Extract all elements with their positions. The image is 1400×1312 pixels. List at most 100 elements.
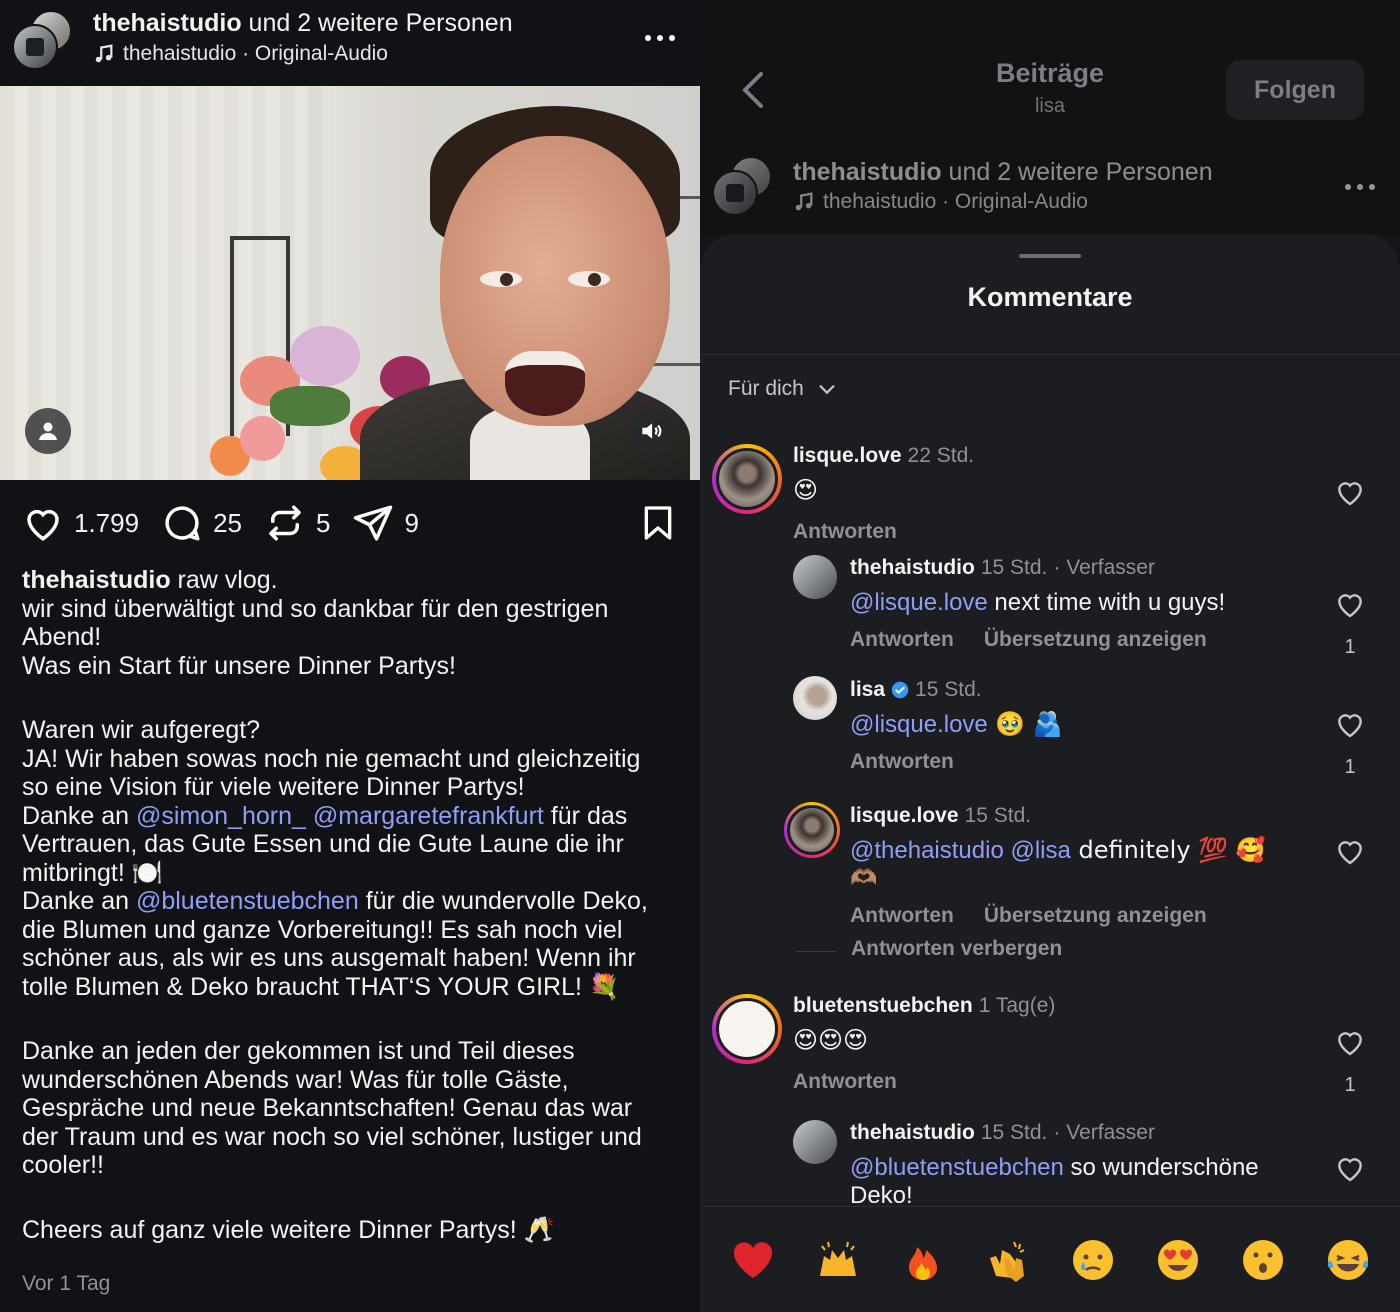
comment-username[interactable]: thehaistudio [850,1121,975,1145]
caption-text: wunderschönen Abends war! Was für tolle … [22,1065,569,1094]
surprised-face-icon [1242,1239,1283,1280]
mention-link[interactable]: @thehaistudio [850,837,1004,864]
coauthor-avatars[interactable] [712,156,772,216]
avatar [712,170,758,216]
heart-eyes-icon [1157,1239,1198,1280]
mention-link[interactable]: @lisa [1010,837,1070,864]
caption-text: Abend! [22,623,102,651]
coauthors-text[interactable]: und 2 weitere Personen [242,9,513,37]
mention-link[interactable]: @lisque.love [850,711,988,738]
caption-text: Was ein Start für unsere Dinner Partys! [22,651,456,680]
chevron-down-icon [819,385,835,395]
comment-username[interactable]: bluetenstuebchen [793,994,973,1018]
caption-text: mitbringt! 🍽️ [22,858,163,887]
comment-text: @lisque.love 🥹 🫂 [850,710,1063,739]
mention-link[interactable]: @lisque.love [850,589,988,616]
caption-author[interactable]: thehaistudio [22,566,171,594]
translate-button[interactable]: Übersetzung anzeigen [984,904,1207,928]
post-video[interactable] [0,86,700,480]
comment-header: thehaistudio 15 Std. · Verfasser [850,556,1155,580]
sheet-grabber[interactable] [1019,254,1081,258]
reply-button[interactable]: Antworten [850,628,954,652]
avatar[interactable] [712,994,782,1064]
emoji-surprised-face[interactable] [1232,1229,1294,1291]
caption-text: für die wundervolle Deko, [358,887,648,915]
divider [700,354,1400,355]
reply-button[interactable]: Antworten [793,520,897,544]
comment-actions: Antworten Übersetzung anzeigen [850,628,1207,652]
caption-text: JA! Wir haben sowas noch nie gemacht und… [22,744,641,773]
emoji-heart[interactable] [722,1229,784,1291]
coauthors-text[interactable]: und 2 weitere Personen [942,158,1213,186]
emoji-raising-hands[interactable] [807,1229,869,1291]
emoji-clapping-hands[interactable] [977,1229,1039,1291]
audio-label[interactable]: thehaistudio · Original-Audio [823,190,1088,214]
comment-username[interactable]: lisque.love [850,804,959,828]
more-icon[interactable] [1340,173,1380,201]
heart-icon[interactable] [1334,835,1366,867]
avatar[interactable] [793,555,837,599]
follow-button[interactable]: Folgen [1226,60,1364,120]
bookmark-icon[interactable] [638,502,678,544]
post-timestamp: Vor 1 Tag [22,1272,111,1295]
comment-header: thehaistudio 15 Std. · Verfasser [850,1121,1155,1145]
comment-text: @bluetenstuebchen so wunderschöne [850,1153,1259,1182]
caption-text: Waren wir aufgeregt? [22,716,261,744]
author-name[interactable]: thehaistudio [93,9,242,37]
emoji-tears-of-joy[interactable] [1317,1229,1379,1291]
comment-text: @lisque.love next time with u guys! [850,588,1225,617]
reply-button[interactable]: Antworten [850,904,954,928]
mention-link[interactable]: @margaretefrankfurt [313,802,544,830]
reply-button[interactable]: Antworten [793,1070,897,1094]
heart-icon[interactable] [1334,476,1366,508]
heart-icon[interactable] [1334,1026,1366,1058]
comment-username[interactable]: lisa [850,678,885,702]
more-icon[interactable] [640,24,680,52]
avatar[interactable] [793,1120,837,1164]
mention-link[interactable]: @simon_horn_ [136,802,306,830]
hide-replies-button[interactable]: Antworten verbergen [851,937,1062,961]
heart-icon[interactable] [1334,708,1366,740]
reply-button[interactable]: Antworten [850,750,954,774]
comment-username[interactable]: thehaistudio [850,556,975,580]
comment-actions: Antworten Übersetzung anzeigen [850,904,1207,928]
crying-face-icon [1072,1239,1113,1280]
author-name[interactable]: thehaistudio [793,158,942,186]
coauthor-avatars[interactable] [12,10,72,70]
sound-icon [642,423,662,439]
heart-icon[interactable] [1334,588,1366,620]
avatar[interactable] [784,802,840,858]
avatar[interactable] [793,676,837,720]
emoji-crying-face[interactable] [1062,1229,1124,1291]
audio-info[interactable]: thehaistudio · Original-Audio [793,190,1088,214]
translate-button[interactable]: Übersetzung anzeigen [984,628,1207,652]
post-authors[interactable]: thehaistudio und 2 weitere Personen [93,9,513,38]
audio-label[interactable]: thehaistudio · Original-Audio [123,42,388,66]
comment-time: 15 Std. [980,1121,1048,1144]
repost-button[interactable]: 5 [264,502,330,544]
comment-icon [165,506,200,541]
comment-username[interactable]: lisque.love [793,444,902,468]
comment-button[interactable]: 25 [161,502,242,544]
mention-link[interactable]: @bluetenstuebchen [136,887,359,915]
mention-link[interactable]: @bluetenstuebchen [850,1154,1064,1181]
music-note-icon [95,44,113,63]
sort-dropdown[interactable]: Für dich [728,377,838,401]
heart-icon[interactable] [1334,1152,1366,1184]
share-button[interactable]: 9 [352,502,419,544]
like-count: 1 [1344,636,1356,658]
sound-toggle-button[interactable] [628,408,674,454]
emoji-heart-eyes[interactable] [1147,1229,1209,1291]
caption-text: Cheers auf ganz viele weitere Dinner Par… [22,1215,555,1244]
tagged-users-button[interactable] [25,408,71,454]
comment-text: 😍 [793,476,819,504]
emoji-fire[interactable] [892,1229,954,1291]
caption-text: so eine Vision für viele weitere Dinner … [22,773,525,801]
comment-header: lisque.love 22 Std. [793,444,974,468]
like-button[interactable]: 1.799 [22,502,139,544]
comment-time: 15 Std. [915,678,982,701]
audio-info[interactable]: thehaistudio · Original-Audio [93,42,388,66]
avatar[interactable] [712,444,782,514]
comment-time: 15 Std. [964,804,1032,827]
post-authors[interactable]: thehaistudio und 2 weitere Personen [793,158,1213,187]
